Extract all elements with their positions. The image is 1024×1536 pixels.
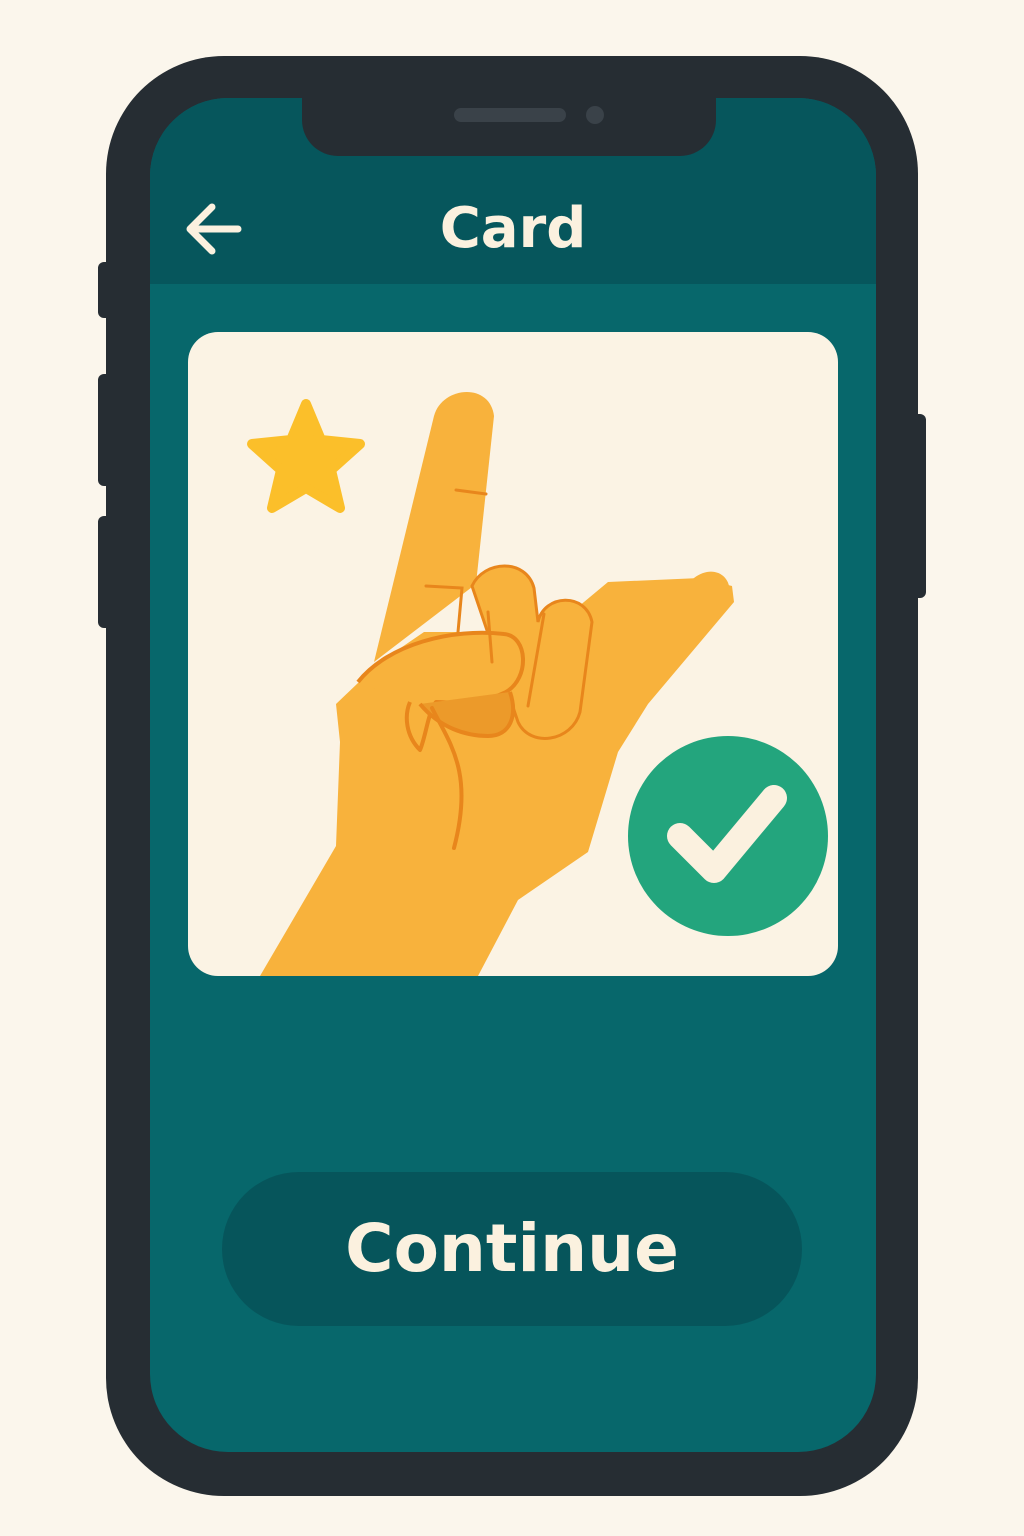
app-header: Card [150,98,876,284]
sign-card [188,332,838,976]
check-circle-icon [628,736,828,936]
phone-notch [302,98,716,156]
phone-screen: Card Continue [150,98,876,1452]
continue-button[interactable]: Continue [222,1172,802,1326]
page: Card Continue [0,0,1024,1536]
front-camera [586,106,604,124]
speaker-grille [454,108,566,122]
star-icon [247,399,365,513]
card-illustration [247,391,828,976]
page-title: Card [439,196,587,261]
